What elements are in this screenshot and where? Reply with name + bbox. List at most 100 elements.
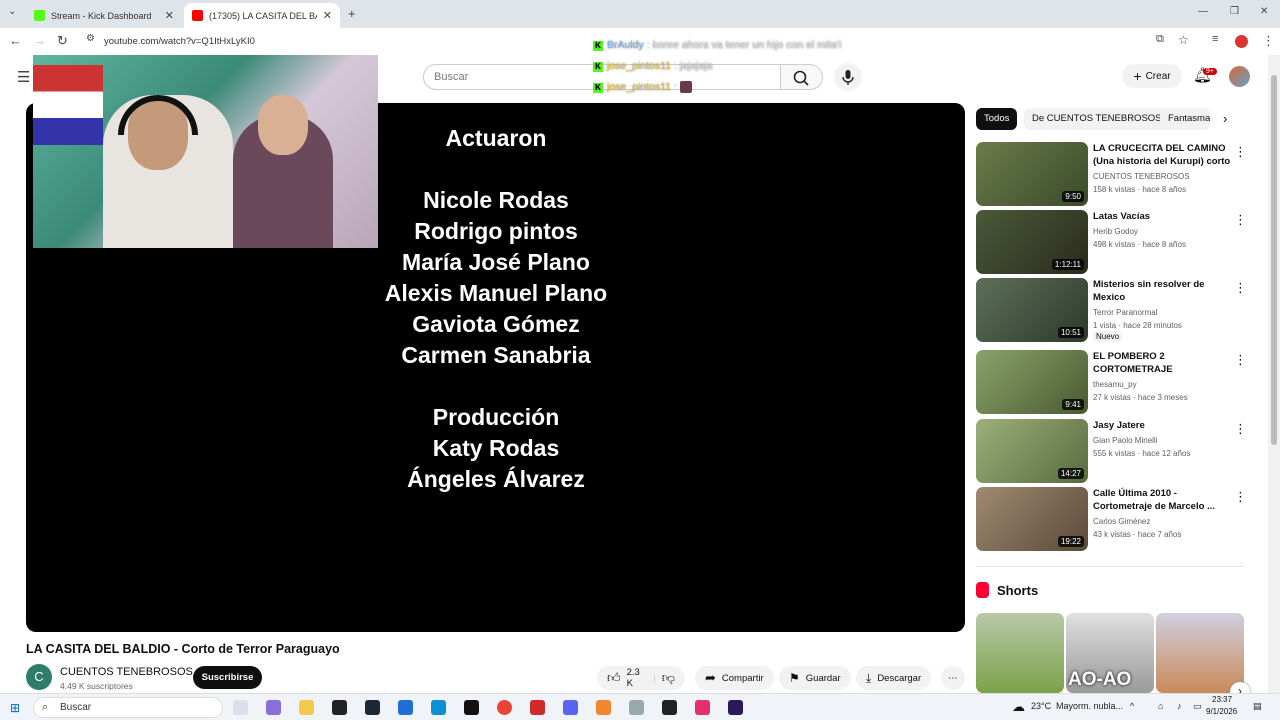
channel-name[interactable]: CUENTOS TENEBROSOS xyxy=(60,666,193,678)
more-vert-icon[interactable]: ⋮ xyxy=(1234,352,1247,368)
tray-chevron-icon[interactable]: ^ xyxy=(1130,701,1134,711)
recommendation-item[interactable]: 19:22 Calle Última 2010 - Cortometraje d… xyxy=(976,487,1247,551)
thumbnail[interactable]: 1:12:11 xyxy=(976,210,1088,274)
recommendation-channel[interactable]: Herib Godoy xyxy=(1093,227,1138,236)
recommendation-item[interactable]: 10:51 Misterios sin resolver de Mexico T… xyxy=(976,278,1247,346)
tab-kick-dashboard[interactable]: Stream - Kick Dashboard ✕ xyxy=(26,3,182,28)
thumbnail[interactable]: 14:27 xyxy=(976,419,1088,483)
copilot-icon[interactable] xyxy=(266,700,281,715)
subscribe-button[interactable]: Suscribirse xyxy=(193,666,262,689)
chip-all[interactable]: Todos xyxy=(976,108,1018,130)
more-vert-icon[interactable]: ⋮ xyxy=(1234,212,1247,228)
recommendation-channel[interactable]: Terror Paranormal xyxy=(1093,308,1157,317)
close-icon[interactable]: ✕ xyxy=(165,9,174,22)
hamburger-menu-icon[interactable]: ☰ xyxy=(17,68,30,86)
restore-button[interactable]: ❐ xyxy=(1230,6,1239,17)
search-button[interactable] xyxy=(781,64,823,90)
more-vert-icon[interactable]: ⋮ xyxy=(1234,280,1247,296)
more-vert-icon[interactable]: ⋮ xyxy=(1234,489,1247,505)
task-view-icon[interactable] xyxy=(233,700,248,715)
back-icon[interactable]: ← xyxy=(9,33,22,48)
install-icon[interactable]: ⧉ xyxy=(1156,33,1164,46)
taskbar-search[interactable]: ⌕ Buscar xyxy=(33,697,223,718)
tab-search-icon[interactable]: ⌄ xyxy=(8,6,16,17)
more-vert-icon[interactable]: ⋮ xyxy=(1234,144,1247,160)
thumbnail[interactable]: 9:50 xyxy=(976,142,1088,206)
recommendation-title[interactable]: Latas Vacías xyxy=(1093,210,1231,223)
thumbnail[interactable]: 10:51 xyxy=(976,278,1088,342)
capcut-icon[interactable] xyxy=(662,700,677,715)
close-icon[interactable]: ✕ xyxy=(323,9,332,22)
recommendation-title[interactable]: Calle Última 2010 - Cortometraje de Marc… xyxy=(1093,487,1231,513)
recommendation-item[interactable]: 14:27 Jasy Jatere Gian Paolo Minelli 555… xyxy=(976,419,1247,483)
like-count[interactable]: 2.3 K xyxy=(627,667,648,689)
reload-icon[interactable]: ↻ xyxy=(57,33,68,49)
page-scrollbar[interactable] xyxy=(1268,55,1280,693)
save-button[interactable]: ⚑ Guardar xyxy=(779,666,851,690)
tab-youtube-video[interactable]: (17305) LA CASITA DEL BALDIO ✕ xyxy=(184,3,340,28)
chrome-icon[interactable] xyxy=(497,700,512,715)
network-icon[interactable]: ⌂ xyxy=(1158,701,1163,711)
download-button[interactable]: ⤓ Descargar xyxy=(856,666,932,690)
voice-search-button[interactable] xyxy=(834,63,862,91)
after-effects-icon[interactable] xyxy=(728,700,743,715)
thumbnail[interactable]: 9:41 xyxy=(976,350,1088,414)
new-tab-button[interactable]: + xyxy=(348,6,356,21)
recommendation-item[interactable]: 1:12:11 Latas Vacías Herib Godoy 498 k v… xyxy=(976,210,1247,274)
recommendation-title[interactable]: LA CRUCECITA DEL CAMINO (Una historia de… xyxy=(1093,142,1231,168)
obs-icon[interactable] xyxy=(332,700,347,715)
short-item[interactable] xyxy=(976,613,1064,693)
window-close-button[interactable]: ✕ xyxy=(1260,6,1268,17)
chevron-right-icon[interactable]: › xyxy=(1223,111,1227,126)
recommendation-channel[interactable]: thesamu_py xyxy=(1093,380,1137,389)
more-vert-icon[interactable]: ⋮ xyxy=(1234,421,1247,437)
menu-dots-icon[interactable]: ⋮ xyxy=(1262,33,1275,49)
edge-icon[interactable] xyxy=(431,700,446,715)
battery-icon[interactable]: ▭ xyxy=(1193,701,1202,712)
recommendation-channel[interactable]: Gian Paolo Minelli xyxy=(1093,436,1157,445)
instagram-icon[interactable] xyxy=(695,700,710,715)
reading-list-icon[interactable]: ≡ xyxy=(1212,33,1218,45)
channel-avatar[interactable]: C xyxy=(26,664,52,690)
more-actions-button[interactable]: ⋯ xyxy=(941,666,965,690)
recommendation-item[interactable]: 9:41 EL POMBERO 2 CORTOMETRAJE #thesamu_… xyxy=(976,350,1247,414)
create-button[interactable]: + Crear xyxy=(1122,64,1182,88)
recommendation-channel[interactable]: CUENTOS TENEBROSOS xyxy=(1093,172,1190,181)
chip-fantasmas[interactable]: Fantasmas xyxy=(1160,108,1210,130)
short-item[interactable]: AO-AO xyxy=(1066,613,1154,693)
url-text[interactable]: youtube.com/watch?v=Q1ItHxLyKI0 xyxy=(104,36,255,47)
clock-date[interactable]: 9/1/2026 xyxy=(1206,707,1237,716)
bookmark-star-icon[interactable]: ☆ xyxy=(1178,33,1189,47)
share-button[interactable]: ➦ Compartir xyxy=(695,666,774,690)
dislike-icon[interactable]: 👎︎ xyxy=(662,670,675,686)
scrollbar-thumb[interactable] xyxy=(1271,75,1277,445)
app-icon[interactable] xyxy=(398,700,413,715)
wps-icon[interactable] xyxy=(530,700,545,715)
account-avatar[interactable] xyxy=(1229,66,1250,87)
site-info-icon[interactable]: ⚙ xyxy=(86,33,95,44)
file-explorer-icon[interactable] xyxy=(299,700,314,715)
notification-center-icon[interactable]: ▤ xyxy=(1253,701,1262,712)
recommendation-item[interactable]: 9:50 LA CRUCECITA DEL CAMINO (Una histor… xyxy=(976,142,1247,206)
windows-start-icon[interactable]: ⊞ xyxy=(10,701,20,715)
clock-time[interactable]: 23:37 xyxy=(1212,695,1232,704)
discord-icon[interactable] xyxy=(563,700,578,715)
steam-icon[interactable] xyxy=(365,700,380,715)
weather-temp[interactable]: 23°C xyxy=(1031,701,1051,711)
recommendation-title[interactable]: Jasy Jatere xyxy=(1093,419,1231,432)
like-icon[interactable]: 👍︎ xyxy=(607,670,621,686)
thumbnail[interactable]: 19:22 xyxy=(976,487,1088,551)
minimize-button[interactable]: — xyxy=(1198,6,1208,17)
weather-desc[interactable]: Mayorm. nubla... xyxy=(1056,701,1123,711)
recommendation-channel[interactable]: Carlos Giménez xyxy=(1093,517,1150,526)
recommendation-title[interactable]: EL POMBERO 2 CORTOMETRAJE #thesamu_p... xyxy=(1093,350,1231,376)
tiktok-icon[interactable] xyxy=(464,700,479,715)
volume-icon[interactable]: ♪ xyxy=(1177,701,1182,711)
app-icon[interactable] xyxy=(596,700,611,715)
chip-channel[interactable]: De CUENTOS TENEBROSOS xyxy=(1024,108,1170,130)
forward-icon[interactable]: → xyxy=(33,33,46,48)
recommendation-title[interactable]: Misterios sin resolver de Mexico xyxy=(1093,278,1231,304)
app-icon[interactable] xyxy=(629,700,644,715)
profile-avatar[interactable] xyxy=(1235,35,1248,48)
short-item[interactable] xyxy=(1156,613,1244,693)
